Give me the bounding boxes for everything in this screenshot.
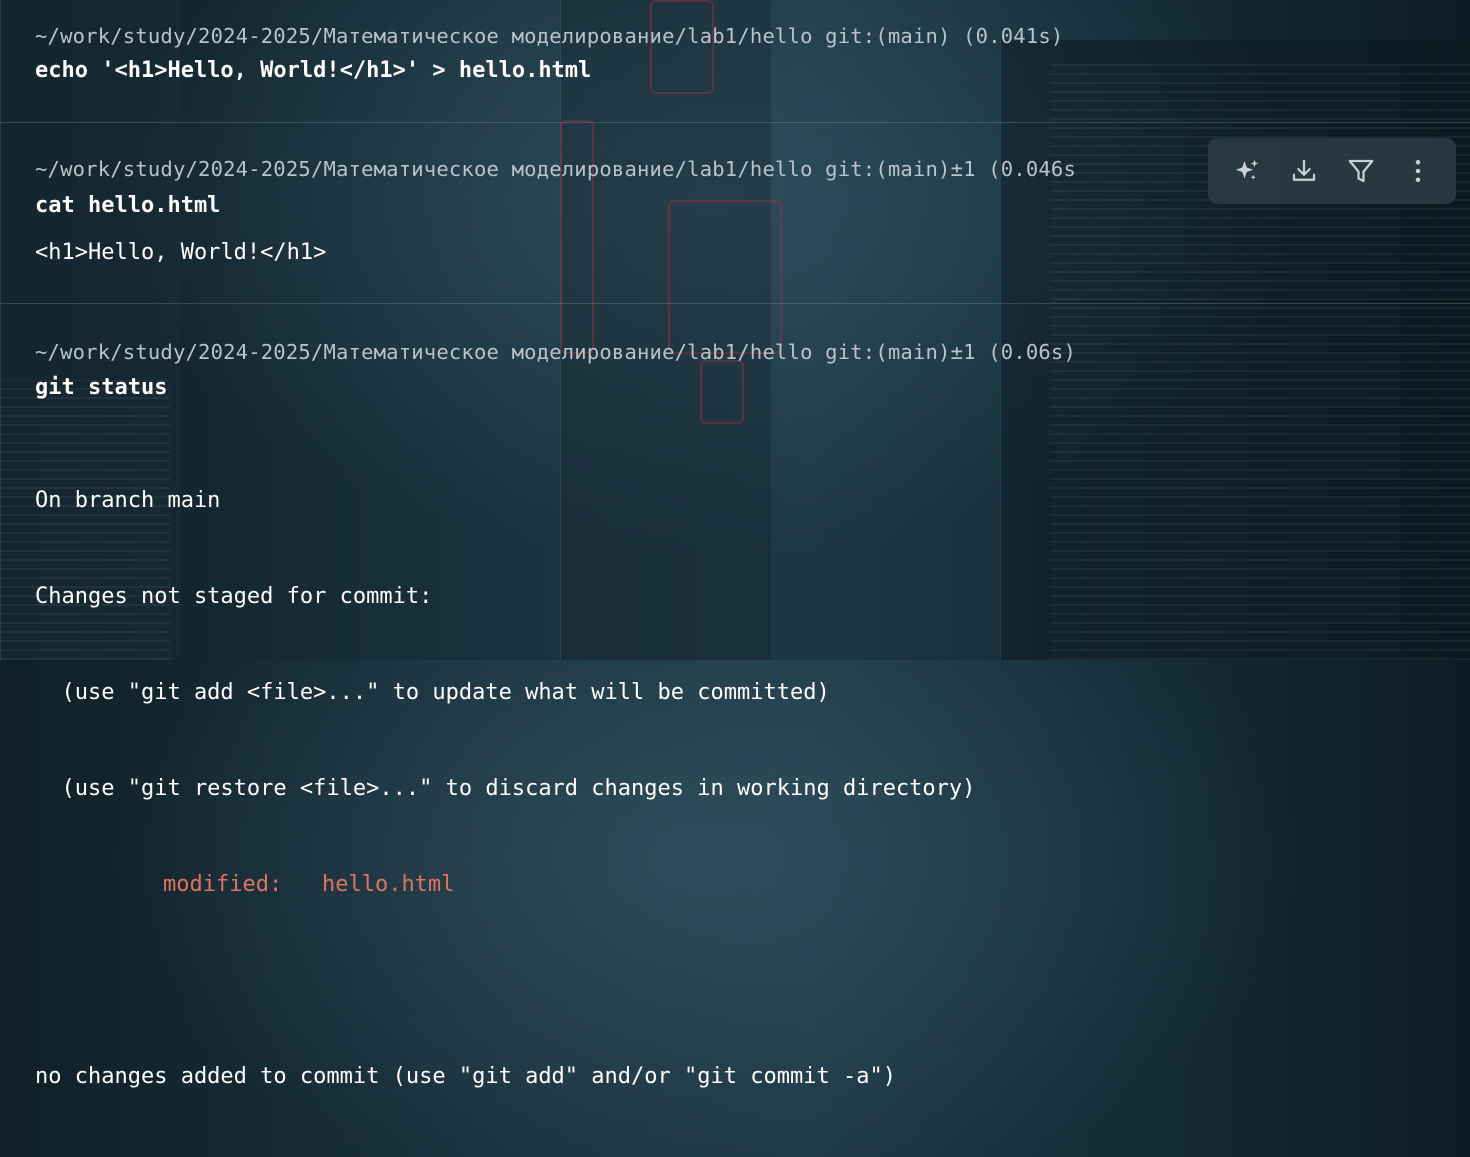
command-text: echo '<h1>Hello, World!</h1>' > hello.ht… <box>35 58 592 83</box>
modified-line: modified: hello.html <box>35 869 975 901</box>
command-output: <h1>Hello, World!</h1> <box>35 240 327 265</box>
modified-label: modified: <box>163 872 283 897</box>
output-line: On branch main <box>35 488 221 513</box>
block-toolbar <box>1208 138 1456 204</box>
more-vertical-icon <box>1415 160 1420 182</box>
download-button[interactable] <box>1282 149 1326 193</box>
filter-button[interactable] <box>1339 149 1383 193</box>
output-line: no changes added to commit (use "git add… <box>35 1064 896 1089</box>
command-block-1[interactable]: ~/work/study/2024-2025/Математическое мо… <box>0 0 1470 122</box>
output-line: (use "git add <file>..." to update what … <box>35 680 830 705</box>
modified-file: hello.html <box>321 872 455 897</box>
output-line: (use "git restore <file>..." to discard … <box>35 776 976 801</box>
filter-icon <box>1348 159 1373 183</box>
prompt-line: ~/work/study/2024-2025/Математическое мо… <box>35 157 1076 181</box>
download-icon <box>1292 159 1315 181</box>
prompt-line: ~/work/study/2024-2025/Математическое мо… <box>35 24 1064 48</box>
command-block-3[interactable]: ~/work/study/2024-2025/Математическое мо… <box>0 304 1470 1089</box>
output-line: Changes not staged for commit: <box>35 584 433 609</box>
ai-sparkle-icon <box>1235 159 1258 180</box>
command-output: On branch main Changes not staged for co… <box>35 421 975 1157</box>
ai-sparkle-button[interactable] <box>1225 149 1269 193</box>
command-text: git status <box>35 375 168 400</box>
more-options-button[interactable] <box>1396 149 1440 193</box>
prompt-line: ~/work/study/2024-2025/Математическое мо… <box>35 340 1076 364</box>
command-text: cat hello.html <box>35 193 221 218</box>
